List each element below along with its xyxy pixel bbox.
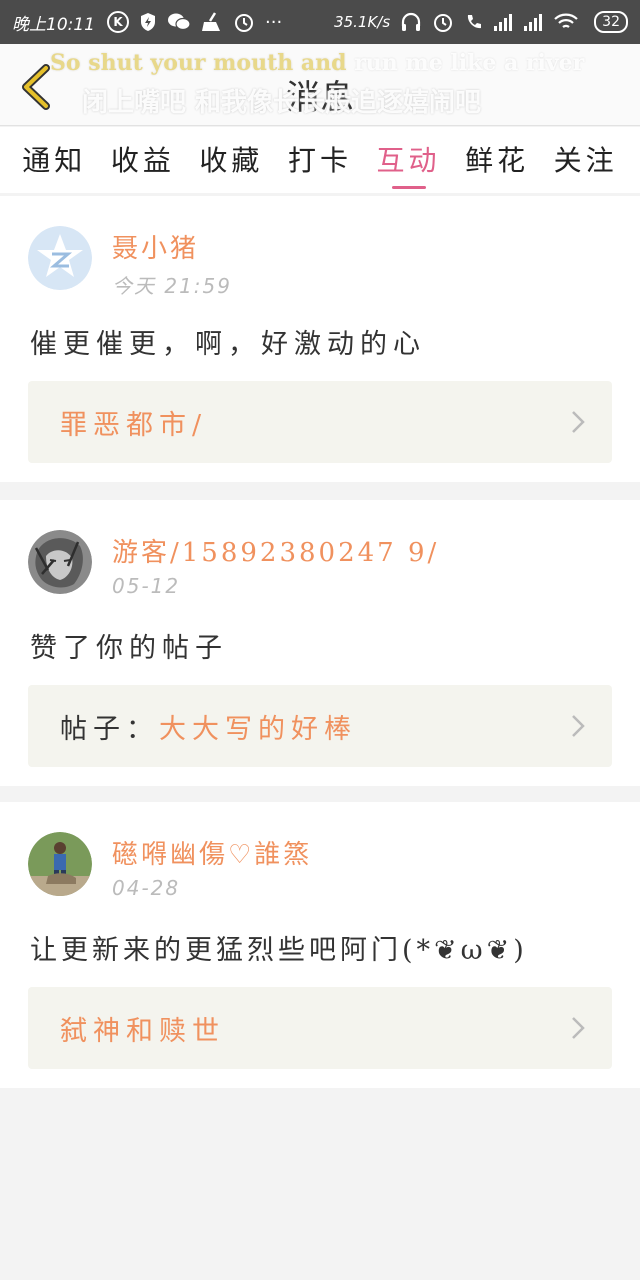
chevron-right-icon bbox=[572, 715, 585, 737]
tab-checkin[interactable]: 打卡 bbox=[288, 127, 352, 193]
referenced-title: 弑神和赎世 bbox=[60, 1015, 225, 1047]
message-card: 游客/15892380247 9/ 05-12 赞了你的帖子 帖子： 大大写的好… bbox=[0, 500, 640, 786]
timestamp: 今天 21:59 bbox=[112, 274, 232, 298]
status-time: 晚上10:11 bbox=[12, 14, 95, 35]
message-text: 催更催更，啊，好激动的心 bbox=[30, 329, 426, 360]
call-icon bbox=[464, 12, 484, 32]
alarm-icon bbox=[432, 11, 454, 33]
referenced-title: 大大写的好棒 bbox=[159, 713, 357, 745]
battery-icon: 32 bbox=[594, 11, 628, 33]
timestamp: 05-12 bbox=[112, 574, 181, 598]
headphones-icon bbox=[400, 11, 422, 33]
referenced-item[interactable]: 罪恶都市/ bbox=[28, 381, 612, 463]
tab-favorites[interactable]: 收藏 bbox=[199, 127, 263, 193]
tab-earnings[interactable]: 收益 bbox=[111, 127, 175, 193]
tab-notifications[interactable]: 通知 bbox=[22, 127, 86, 193]
referenced-item[interactable]: 弑神和赎世 bbox=[28, 987, 612, 1069]
app-header: 消息 So shut your mouth and run me like a … bbox=[0, 44, 640, 126]
message-text: 让更新来的更猛烈些吧阿门(*❦ω❦) bbox=[30, 935, 528, 966]
tab-bar: 通知 收益 收藏 打卡 互动 鲜花 关注 bbox=[0, 127, 640, 193]
lyric-overlay-en: So shut your mouth and run me like a riv… bbox=[50, 50, 584, 76]
message-card: 礠嘚幽傷♡誰篜 04-28 让更新来的更猛烈些吧阿门(*❦ω❦) 弑神和赎世 bbox=[0, 802, 640, 1088]
wechat-icon bbox=[167, 12, 191, 32]
avatar[interactable] bbox=[28, 226, 92, 290]
message-text: 赞了你的帖子 bbox=[30, 633, 228, 664]
status-bar: 晚上10:11 K ··· 35.1K/s 32 bbox=[0, 0, 640, 44]
chevron-right-icon bbox=[572, 1017, 585, 1039]
alarm-icon bbox=[233, 11, 255, 33]
referenced-post[interactable]: 帖子： 大大写的好棒 bbox=[28, 685, 612, 767]
lyric-rest: run me like a river bbox=[346, 50, 585, 76]
username[interactable]: 聂小猪 bbox=[112, 228, 199, 265]
timestamp: 04-28 bbox=[112, 876, 181, 900]
avatar[interactable] bbox=[28, 832, 92, 896]
tab-following[interactable]: 关注 bbox=[554, 127, 618, 193]
more-dots-icon: ··· bbox=[265, 11, 283, 33]
broom-icon bbox=[201, 12, 223, 32]
avatar[interactable] bbox=[28, 530, 92, 594]
tab-flowers[interactable]: 鲜花 bbox=[465, 127, 529, 193]
chevron-right-icon bbox=[572, 411, 585, 433]
signal-icon bbox=[524, 13, 544, 31]
tab-interactions[interactable]: 互动 bbox=[377, 127, 441, 193]
username[interactable]: 礠嘚幽傷♡誰篜 bbox=[112, 834, 312, 871]
message-card: 聂小猪 今天 21:59 催更催更，啊，好激动的心 罪恶都市/ bbox=[0, 196, 640, 482]
network-speed: 35.1K/s bbox=[334, 13, 391, 31]
shield-icon bbox=[139, 12, 157, 32]
signal-icon bbox=[494, 13, 514, 31]
lyric-overlay-zh: 闭上嘴吧 和我像长长般追逐嬉闹吧 bbox=[82, 88, 482, 118]
k-icon: K bbox=[107, 11, 129, 33]
referenced-prefix: 帖子： bbox=[60, 713, 159, 745]
referenced-title: 罪恶都市/ bbox=[60, 409, 208, 441]
wifi-icon bbox=[554, 13, 578, 31]
lyric-highlight: So shut your mouth and bbox=[50, 50, 347, 76]
username[interactable]: 游客/15892380247 9/ bbox=[112, 532, 439, 569]
